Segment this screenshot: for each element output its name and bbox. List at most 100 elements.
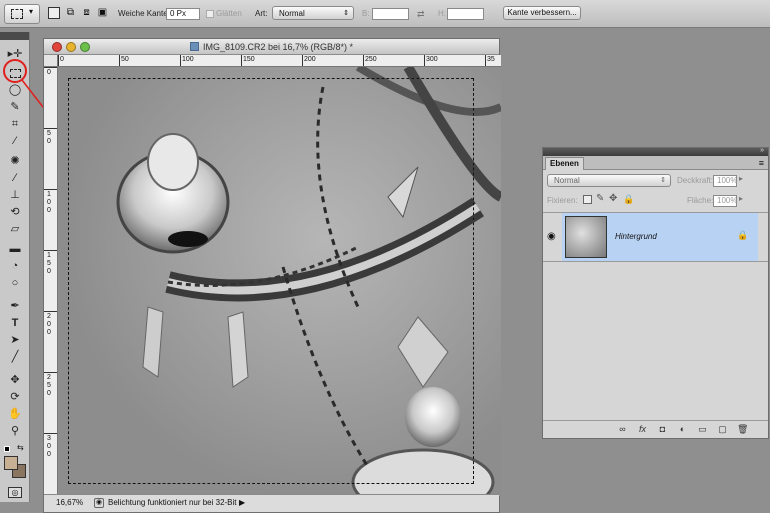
3d-rotate-tool-icon[interactable]: ✥ [5,372,25,388]
crop-tool-icon[interactable]: ⌗ [5,116,25,132]
collapse-panel-icon[interactable]: » [760,147,764,154]
zoom-tool-icon[interactable]: ⚲ [5,423,25,439]
ruler-tick-label: 250 [365,56,377,63]
gradient-tool-icon[interactable]: ▬ [5,241,25,257]
ruler-tick-label: 1 0 0 [47,191,51,214]
ruler-tick [44,128,57,129]
layers-panel-caption[interactable]: » [543,147,768,156]
new-group-icon[interactable]: ▭ [697,423,708,435]
spot-healing-tool-icon[interactable]: ✺ [5,153,25,169]
subtract-from-selection-icon[interactable]: ⧈ [80,7,93,19]
blur-tool-icon[interactable]: ◔ [5,258,25,274]
ruler-tick [424,55,425,66]
opacity-input[interactable]: 100% [713,175,737,187]
width-input[interactable] [372,8,409,20]
rectangular-marquee-icon [11,9,23,19]
default-colors-icon[interactable] [4,446,10,452]
history-brush-tool-icon[interactable]: ⟲ [5,204,25,220]
tab-layers[interactable]: Ebenen [545,157,584,170]
lock-transparency-icon[interactable] [583,195,592,204]
eye-icon[interactable]: ◉ [547,231,556,242]
status-info-icon[interactable]: ◉ [94,498,104,508]
updown-chevron-icon: ⇕ [660,177,666,184]
blend-mode-value: Normal [554,176,580,185]
add-to-selection-icon[interactable]: ⧉ [64,7,77,19]
ruler-tick [44,311,57,312]
hand-tool-icon[interactable]: ✋ [5,406,25,422]
new-layer-icon[interactable]: ▢ [717,423,728,435]
document-titlebar[interactable]: IMG_8109.CR2 bei 16,7% (RGB/8*) * [44,39,499,55]
link-layers-icon[interactable]: ∞ [617,423,628,435]
options-bar: ▾ ⧉ ⧈ ▣ Weiche Kante: 0 Px Glätten Art: … [0,0,770,28]
zoom-window-button[interactable] [80,42,90,52]
vertical-ruler[interactable]: 05 01 0 01 5 02 0 02 5 03 0 03 [44,67,58,496]
move-tool-icon[interactable]: ▸✛ [5,46,25,62]
quick-mask-icon[interactable]: ◎ [8,487,22,498]
lock-position-icon[interactable]: ✥ [609,193,617,204]
tool-preset-picker[interactable]: ▾ [4,4,40,24]
minimize-window-button[interactable] [66,42,76,52]
layer-mask-icon[interactable]: ◘ [657,423,668,435]
ruler-tick-label: 3 0 0 [47,435,51,458]
path-selection-tool-icon[interactable]: ➤ [5,332,25,348]
fill-label: Fläche: [687,196,714,205]
dodge-tool-icon[interactable]: ○ [5,275,25,291]
image-canvas[interactable] [58,67,501,496]
chevron-down-icon: ▾ [29,7,34,16]
opacity-stepper-icon[interactable]: ▸ [739,174,743,183]
eyedropper-tool-icon[interactable]: ⁄ [5,133,25,149]
ruler-tick [44,250,57,251]
updown-chevron-icon: ⇕ [343,10,349,17]
type-tool-icon[interactable]: T [5,315,25,331]
layers-panel-tabbar: Ebenen ≡ [543,156,768,170]
pen-tool-icon[interactable]: ✒ [5,298,25,314]
layer-name[interactable]: Hintergrund [615,232,657,241]
layer-lock-icon: 🔒 [737,230,749,240]
ruler-origin[interactable] [44,55,58,67]
quick-selection-tool-icon[interactable]: ✎ [5,99,25,115]
tools-panel-header [0,32,29,40]
style-select[interactable]: Normal ⇕ [272,6,354,20]
document-file-icon [189,42,199,51]
fill-input[interactable]: 100% [713,195,737,207]
layer-style-icon[interactable]: fx [637,423,648,435]
eraser-tool-icon[interactable]: ▱ [5,221,25,237]
zoom-level[interactable]: 16,67% [56,498,83,507]
document-window: IMG_8109.CR2 bei 16,7% (RGB/8*) * 0 50 100… [43,38,501,513]
lock-all-icon[interactable]: 🔒 [623,194,634,205]
adjustment-layer-icon[interactable]: ◐ [677,423,688,435]
swap-arrows-icon[interactable]: ⇄ [417,8,425,20]
foreground-color-swatch[interactable] [4,456,18,470]
new-selection-icon[interactable] [48,7,60,19]
rectangular-marquee-tool-icon[interactable] [5,65,25,81]
antialias-label: Glätten [216,9,242,18]
ruler-tick-label: 1 5 0 [47,252,51,275]
refine-edge-button[interactable]: Kante verbessern... [503,6,581,20]
trash-icon[interactable]: 🗑 [737,423,748,435]
ruler-tick [58,55,59,66]
lasso-tool-icon[interactable]: ◯ [5,82,25,98]
layer-row[interactable]: ◉ Hintergrund 🔒 [543,212,768,262]
horizontal-ruler[interactable]: 0 50 100 150 200 250 300 35 [58,55,501,67]
width-label: B: [362,9,370,18]
panel-menu-icon[interactable]: ≡ [759,158,764,168]
fill-stepper-icon[interactable]: ▸ [739,194,743,203]
lock-image-icon[interactable]: ✎ [596,193,604,204]
ruler-tick-label: 2 5 0 [47,374,51,397]
antialias-checkbox[interactable] [206,10,214,18]
status-menu-arrow-icon[interactable]: ▶ [239,498,245,507]
clone-stamp-tool-icon[interactable]: ⊥ [5,187,25,203]
intersect-selection-icon[interactable]: ▣ [96,7,109,19]
ruler-tick [44,189,57,190]
document-title: IMG_8109.CR2 bei 16,7% (RGB/8*) * [202,42,354,52]
blend-mode-select[interactable]: Normal ⇕ [547,174,671,187]
brush-tool-icon[interactable]: ∕ [5,170,25,186]
close-window-button[interactable] [52,42,62,52]
feather-input[interactable]: 0 Px [166,8,200,20]
layers-panel: » Ebenen ≡ Normal ⇕ Deckkraft: 100% ▸ Fi… [542,147,769,439]
line-tool-icon[interactable]: ╱ [5,349,25,365]
swap-colors-icon[interactable]: ⇆ [17,443,24,452]
ruler-tick [180,55,181,66]
height-input[interactable] [447,8,484,20]
3d-orbit-tool-icon[interactable]: ⟳ [5,389,25,405]
